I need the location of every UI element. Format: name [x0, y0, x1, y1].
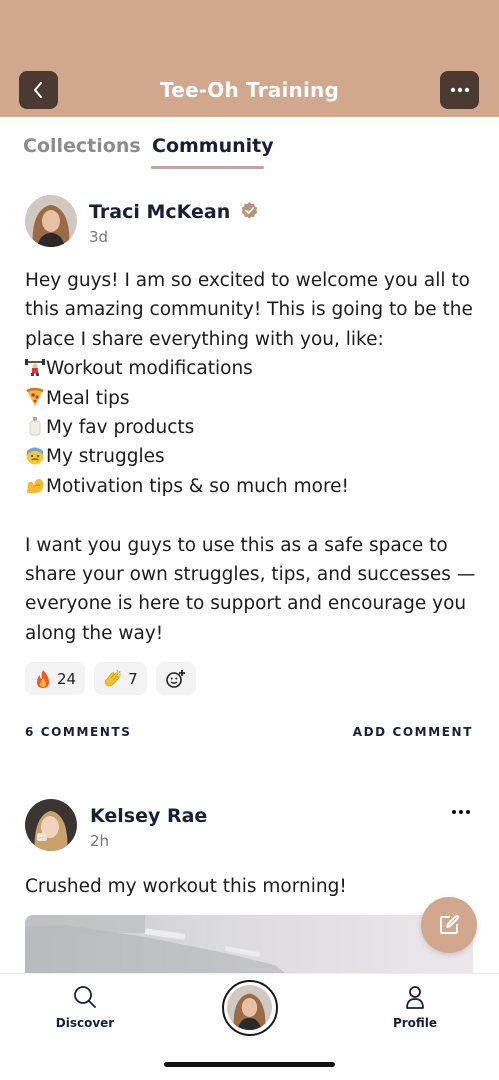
post-line: everyone is here to support and encourag… [25, 593, 467, 615]
reactions-bar: 24 7 [25, 662, 196, 695]
add-reaction-icon [165, 669, 185, 688]
post-more-button[interactable] [451, 800, 471, 819]
ellipsis-icon [450, 87, 469, 93]
nav-profile-label: Profile [392, 1016, 438, 1030]
post-timestamp: 3d [89, 228, 109, 246]
flexed-biceps-emoji-icon [27, 478, 44, 493]
nav-discover-label: Discover [55, 1016, 115, 1030]
post-author[interactable]: Traci McKean [89, 201, 259, 223]
post-body: Hey guys! I am so excited to welcome you… [25, 266, 480, 648]
post-line-products: My fav products [25, 413, 480, 442]
verified-badge-icon [241, 201, 258, 219]
compose-icon [440, 915, 459, 934]
avatar-traci[interactable] [25, 195, 77, 247]
pizza-emoji-icon [26, 387, 44, 406]
reaction-count: 7 [128, 669, 138, 688]
post-author[interactable]: Kelsey Rae [90, 805, 207, 827]
post-line-blank [25, 501, 480, 530]
post-line-motivation: Motivation tips & so much more! [25, 472, 480, 501]
post-line-struggles: My struggles [25, 442, 480, 471]
post-timestamp: 2h [90, 832, 110, 850]
more-options-button[interactable] [440, 71, 479, 109]
ellipsis-icon [452, 810, 470, 814]
post-body: Crushed my workout this morning! [25, 872, 480, 901]
add-reaction-button[interactable] [155, 662, 196, 695]
post-line: I want you guys to use this as a safe sp… [25, 534, 448, 556]
weightlifter-emoji-icon [25, 359, 45, 377]
person-icon [406, 986, 424, 1009]
reaction-fire-chip[interactable]: 24 [25, 662, 86, 695]
fire-emoji-icon [37, 669, 49, 688]
post-photo[interactable] [25, 915, 473, 973]
app-header: Tee-Oh Training [0, 0, 499, 117]
tab-collections[interactable]: Collections [23, 135, 141, 157]
nav-profile[interactable]: Profile [375, 984, 455, 1030]
add-comment-button[interactable]: ADD COMMENT [353, 725, 473, 739]
lotion-bottle-emoji-icon [29, 417, 41, 436]
nav-discover[interactable]: Discover [45, 984, 125, 1030]
nav-home-avatar[interactable] [222, 980, 278, 1036]
home-indicator [164, 1062, 335, 1067]
post-line-workout: Workout modifications [25, 354, 480, 383]
comments-row: 6 COMMENTS ADD COMMENT [25, 725, 473, 741]
post-line: share your own struggles, tips, and succ… [25, 564, 476, 586]
compose-post-button[interactable] [421, 897, 477, 953]
page-title: Tee-Oh Training [160, 78, 339, 102]
post-line: along the way! [25, 622, 164, 644]
post-line: Crushed my workout this morning! [25, 876, 347, 897]
tab-bar: Collections Community [0, 117, 499, 173]
post-line: this amazing community! This is going to… [25, 299, 473, 321]
active-tab-indicator [151, 166, 264, 169]
comments-count-link[interactable]: 6 COMMENTS [25, 725, 132, 739]
post-line: place I share everything with you, like: [25, 328, 384, 350]
tab-community[interactable]: Community [152, 135, 274, 157]
post-line-meal: Meal tips [25, 384, 480, 413]
sweat-face-emoji-icon [26, 447, 44, 465]
reaction-clap-chip[interactable]: 7 [94, 662, 147, 695]
reaction-count: 24 [57, 669, 77, 688]
clap-emoji-icon [104, 669, 122, 686]
post-line: Hey guys! I am so excited to welcome you… [25, 270, 470, 291]
avatar-kelsey[interactable] [25, 799, 77, 851]
search-icon [74, 986, 96, 1008]
